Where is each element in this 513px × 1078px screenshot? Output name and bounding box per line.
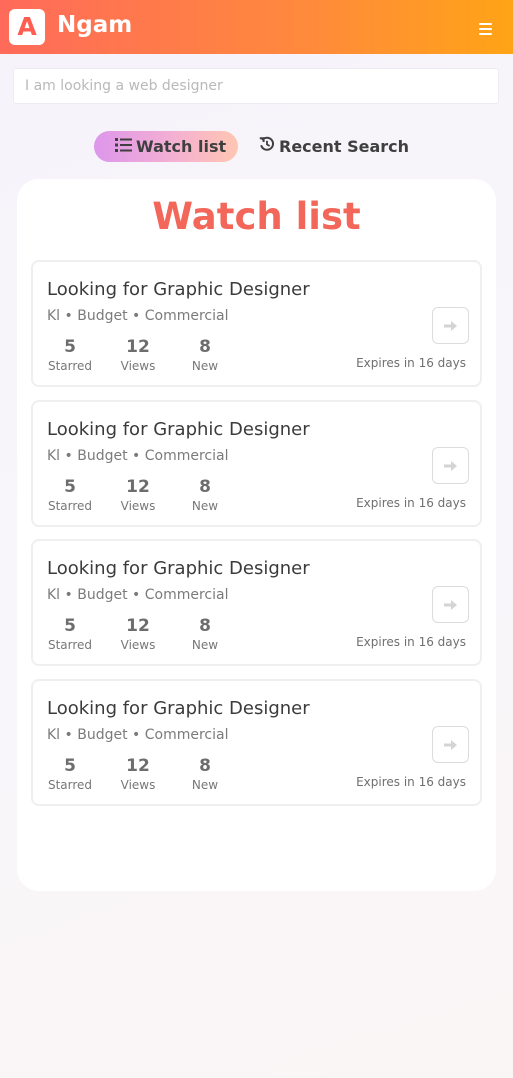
stat-value: 12	[126, 337, 150, 357]
tab-watch-list[interactable]: Watch list	[94, 131, 238, 162]
app-logo[interactable]: A	[9, 9, 45, 45]
stat-label: Starred	[47, 778, 93, 792]
stat-label: Views	[120, 778, 156, 792]
watch-card[interactable]: Looking for Graphic Designer Kl • Budget…	[31, 539, 482, 666]
stat-value: 5	[64, 337, 76, 357]
card-expiry: Expires in 16 days	[356, 635, 466, 649]
stat-label: New	[191, 638, 219, 652]
stat-views: 12 Views	[111, 616, 165, 653]
watch-list-panel: Watch list Looking for Graphic Designer …	[17, 179, 496, 891]
stat-starred: 5 Starred	[43, 756, 97, 793]
stat-starred: 5 Starred	[43, 616, 97, 653]
hamburger-icon[interactable]	[476, 20, 496, 40]
arrow-right-icon[interactable]	[432, 586, 469, 623]
watch-card[interactable]: Looking for Graphic Designer Kl • Budget…	[31, 679, 482, 806]
stat-new: 8 New	[178, 756, 232, 793]
stat-value: 8	[199, 477, 211, 497]
history-icon	[259, 131, 275, 162]
stat-views: 12 Views	[111, 337, 165, 374]
stat-value: 5	[64, 756, 76, 776]
stat-label: Views	[120, 638, 156, 652]
watch-card[interactable]: Looking for Graphic Designer Kl • Budget…	[31, 260, 482, 387]
tab-watch-list-label: Watch list	[136, 137, 227, 156]
card-title[interactable]: Looking for Graphic Designer	[47, 279, 310, 300]
card-title[interactable]: Looking for Graphic Designer	[47, 558, 310, 579]
stat-views: 12 Views	[111, 477, 165, 514]
stat-starred: 5 Starred	[43, 337, 97, 374]
stat-new: 8 New	[178, 616, 232, 653]
tab-recent-search[interactable]: Recent Search	[259, 131, 419, 162]
stat-label: New	[191, 778, 219, 792]
stat-value: 5	[64, 616, 76, 636]
stat-label: Starred	[47, 638, 93, 652]
stat-starred: 5 Starred	[43, 477, 97, 514]
arrow-right-icon[interactable]	[432, 447, 469, 484]
panel-title: Watch list	[152, 195, 361, 238]
card-title[interactable]: Looking for Graphic Designer	[47, 419, 310, 440]
card-meta: Kl • Budget • Commercial	[47, 308, 229, 324]
stat-label: New	[191, 499, 219, 513]
card-meta: Kl • Budget • Commercial	[47, 448, 229, 464]
card-meta: Kl • Budget • Commercial	[47, 727, 229, 743]
stat-label: Starred	[47, 499, 93, 513]
stat-views: 12 Views	[111, 756, 165, 793]
card-expiry: Expires in 16 days	[356, 775, 466, 789]
stat-new: 8 New	[178, 477, 232, 514]
stat-new: 8 New	[178, 337, 232, 374]
stat-value: 12	[126, 477, 150, 497]
stat-label: Views	[120, 499, 156, 513]
stat-value: 8	[199, 337, 211, 357]
stat-label: Views	[120, 359, 156, 373]
watch-card[interactable]: Looking for Graphic Designer Kl • Budget…	[31, 400, 482, 527]
stat-value: 5	[64, 477, 76, 497]
stat-label: New	[191, 359, 219, 373]
stat-value: 12	[126, 756, 150, 776]
stat-value: 8	[199, 616, 211, 636]
tab-recent-search-label: Recent Search	[279, 137, 410, 156]
search-input[interactable]	[13, 68, 499, 104]
stat-value: 8	[199, 756, 211, 776]
list-icon	[115, 131, 132, 162]
card-expiry: Expires in 16 days	[356, 496, 466, 510]
arrow-right-icon[interactable]	[432, 726, 469, 763]
stat-label: Starred	[47, 359, 93, 373]
stat-value: 12	[126, 616, 150, 636]
card-title[interactable]: Looking for Graphic Designer	[47, 698, 310, 719]
app-header: A Ngam	[0, 0, 513, 54]
card-expiry: Expires in 16 days	[356, 356, 466, 370]
arrow-right-icon[interactable]	[432, 307, 469, 344]
card-meta: Kl • Budget • Commercial	[47, 587, 229, 603]
brand-name[interactable]: Ngam	[57, 12, 132, 38]
